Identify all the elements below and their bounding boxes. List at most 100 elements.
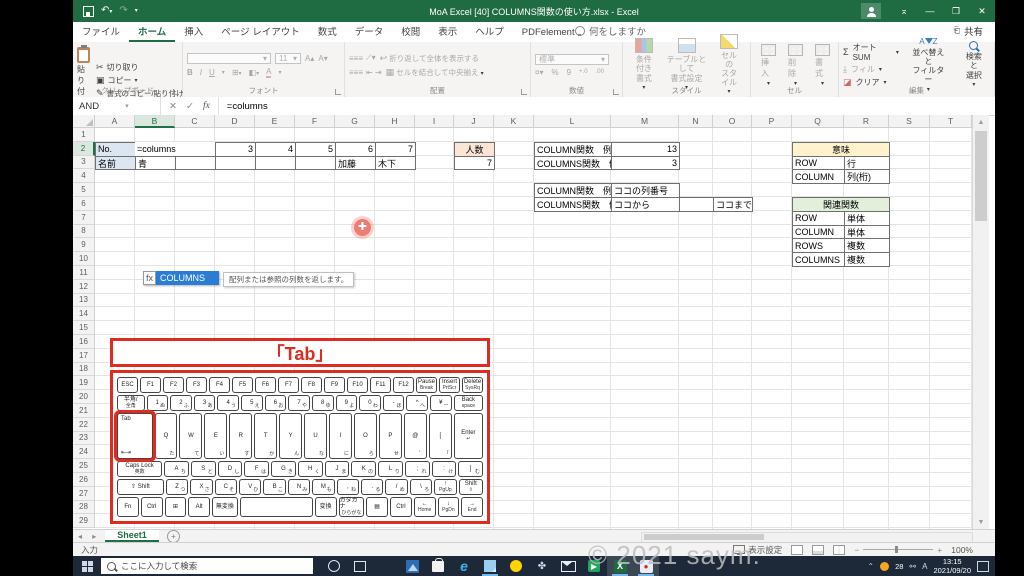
cell-L2[interactable]: COLUMN関数 例 xyxy=(534,141,612,157)
conditional-formatting-button[interactable]: 条件付き 書式 ▾ xyxy=(627,38,661,91)
cancel-icon[interactable]: ✕ xyxy=(169,101,177,112)
cell-Q2[interactable]: 意味 xyxy=(792,141,890,157)
zoom-handle[interactable] xyxy=(895,546,899,553)
cell-G2[interactable]: 6 xyxy=(335,141,376,157)
taskbar-icon-edge[interactable]: e xyxy=(451,556,477,576)
tab-ヘルプ[interactable]: ヘルプ xyxy=(466,21,513,42)
row-header-17[interactable]: 17 xyxy=(73,348,95,363)
increase-decimal-icon[interactable]: +.0 xyxy=(579,69,588,75)
save-icon[interactable] xyxy=(83,5,94,17)
cell-A3[interactable]: 名前 xyxy=(95,155,136,171)
function-autocomplete[interactable]: fx COLUMNS xyxy=(143,271,220,285)
cell-L6[interactable]: COLUMNS関数 例 xyxy=(534,197,612,212)
tab-PDFelement[interactable]: PDFelement xyxy=(513,24,584,42)
cell-M5[interactable]: ココの列番号 xyxy=(611,183,680,198)
taskbar-icon-cortana[interactable] xyxy=(321,556,347,576)
bold-button[interactable]: B xyxy=(187,68,193,77)
zoom-out-icon[interactable]: − xyxy=(854,545,859,555)
row-header-20[interactable]: 20 xyxy=(73,390,95,404)
cell-B2[interactable]: =columns xyxy=(135,141,216,157)
minimize-button[interactable]: — xyxy=(917,0,943,22)
cell-R7[interactable]: 単体 xyxy=(844,210,890,226)
taskbar-icon-store[interactable] xyxy=(425,556,451,576)
row-header-15[interactable]: 15 xyxy=(73,321,95,335)
number-dialog-launcher[interactable] xyxy=(613,89,619,95)
wrap-text-button[interactable]: ↩ 折り返して全体を表示する xyxy=(380,53,479,64)
taskbar-icon-ydot[interactable] xyxy=(503,556,529,576)
cell-A2[interactable]: No. xyxy=(95,141,136,157)
percent-icon[interactable]: % xyxy=(551,68,558,77)
taskbar-icon-taskview[interactable] xyxy=(347,556,373,576)
cell-B3[interactable]: 青 xyxy=(135,155,176,171)
taskbar-search-input[interactable]: ここに入力して検索 xyxy=(101,558,313,574)
font-color-icon[interactable]: A xyxy=(266,67,272,78)
row-header-10[interactable]: 10 xyxy=(73,252,95,266)
taskbar-icon-explorer[interactable] xyxy=(373,556,399,576)
column-header-E[interactable]: E xyxy=(255,115,295,128)
underline-button[interactable]: U xyxy=(209,68,215,77)
normal-view-icon[interactable] xyxy=(791,544,804,555)
clipboard-dialog-launcher[interactable] xyxy=(173,89,179,95)
taskbar-icon-note[interactable] xyxy=(477,556,503,576)
currency-icon[interactable]: ¤▾ xyxy=(535,68,543,77)
format-as-table-button[interactable]: テーブルとして 書式設定 ▾ xyxy=(661,38,712,91)
merge-center-button[interactable]: ▦ セルを結合して中央揃え ▾ xyxy=(386,67,484,78)
tab-表示[interactable]: 表示 xyxy=(429,21,466,42)
cell-M3[interactable]: 3 xyxy=(611,155,680,171)
taskbar-icon-mail[interactable] xyxy=(555,556,581,576)
page-break-view-icon[interactable] xyxy=(833,544,846,555)
italic-button[interactable]: I xyxy=(200,68,202,77)
grow-font-icon[interactable]: A▴ xyxy=(305,54,314,63)
row-header-14[interactable]: 14 xyxy=(73,307,95,322)
action-center-icon[interactable] xyxy=(977,560,989,572)
row-header-7[interactable]: 7 xyxy=(73,210,95,225)
cut-button[interactable]: ✂ 切り取り xyxy=(96,62,184,73)
number-format-select[interactable]: 標準 ▾ xyxy=(535,53,609,65)
enter-icon[interactable]: ✓ xyxy=(186,101,194,112)
undo-icon[interactable]: ↶▾ xyxy=(101,6,112,16)
column-header-T[interactable]: T xyxy=(930,115,972,128)
column-header-N[interactable]: N xyxy=(679,115,713,128)
cell-Q3[interactable]: ROW xyxy=(792,155,845,171)
tab-数式[interactable]: 数式 xyxy=(309,21,346,42)
cell-F2[interactable]: 5 xyxy=(295,141,336,157)
insert-function-icon[interactable]: fx xyxy=(203,101,210,111)
row-header-27[interactable]: 27 xyxy=(73,486,95,501)
cell-R9[interactable]: 複数 xyxy=(844,238,890,254)
tab-ホーム[interactable]: ホーム xyxy=(129,21,176,42)
ime-mode-indicator[interactable]: A xyxy=(922,562,927,571)
cell-R4[interactable]: 列(桁) xyxy=(844,169,890,185)
row-header-8[interactable]: 8 xyxy=(73,224,95,239)
insert-cells-button[interactable]: 挿入 ▾ xyxy=(755,43,782,87)
customize-qat-icon[interactable]: ▾ xyxy=(135,8,138,14)
column-header-C[interactable]: C xyxy=(175,115,215,128)
cell-H3[interactable]: 木下 xyxy=(375,155,416,171)
close-button[interactable]: ✕ xyxy=(969,0,995,22)
column-header-M[interactable]: M xyxy=(611,115,679,128)
format-cells-button[interactable]: 書式 ▾ xyxy=(809,43,836,87)
alignment-dialog-launcher[interactable] xyxy=(521,89,527,95)
column-header-P[interactable]: P xyxy=(752,115,792,128)
horizontal-scroll-thumb[interactable] xyxy=(644,534,764,540)
select-all-corner[interactable] xyxy=(73,115,95,128)
cell-Q4[interactable]: COLUMN xyxy=(792,169,845,185)
ribbon-display-options-icon[interactable]: ⌅ xyxy=(891,0,917,22)
scroll-down-icon[interactable]: ▼ xyxy=(973,515,989,529)
row-header-26[interactable]: 26 xyxy=(73,473,95,487)
column-header-S[interactable]: S xyxy=(889,115,930,128)
column-header-B[interactable]: B xyxy=(135,115,175,128)
find-select-button[interactable]: 検索と 選択 ▾ xyxy=(958,41,990,88)
formula-input[interactable]: =columns xyxy=(219,101,268,112)
column-header-Q[interactable]: Q xyxy=(792,115,844,128)
page-layout-view-icon[interactable] xyxy=(812,544,825,555)
taskbar-icon-pin[interactable]: ✤ xyxy=(529,556,555,576)
cell-Q8[interactable]: COLUMN xyxy=(792,224,845,240)
font-name-select[interactable]: ▾ xyxy=(187,52,271,64)
row-header-2[interactable]: 2 xyxy=(73,141,95,156)
cell-M2[interactable]: 13 xyxy=(611,141,680,157)
cell-D3[interactable] xyxy=(215,155,256,171)
cell-Q6[interactable]: 関連関数 xyxy=(792,197,890,212)
autocomplete-item-columns[interactable]: COLUMNS xyxy=(156,271,220,285)
tab-校閲[interactable]: 校閲 xyxy=(392,21,429,42)
row-header-6[interactable]: 6 xyxy=(73,197,95,211)
